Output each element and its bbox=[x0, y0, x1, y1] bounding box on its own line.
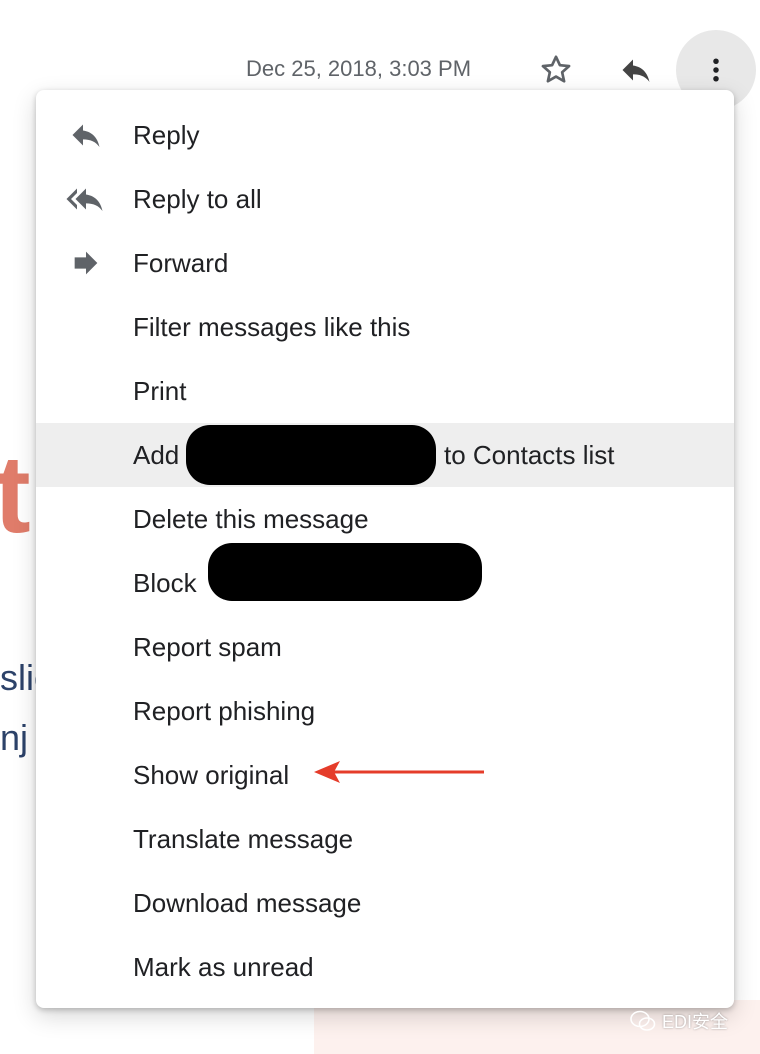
background-heading-fragment: t bbox=[0, 433, 31, 556]
menu-item-block-sender[interactable]: Block bbox=[36, 543, 734, 615]
more-vert-icon bbox=[713, 58, 719, 82]
redacted-contact-name bbox=[186, 425, 436, 485]
menu-item-add-to-contacts[interactable]: Add to Contacts list bbox=[36, 423, 734, 487]
menu-item-label: Block bbox=[133, 568, 197, 598]
menu-item-label: Forward bbox=[133, 248, 229, 278]
menu-item-forward[interactable]: Forward bbox=[36, 231, 734, 295]
menu-item-delete-message[interactable]: Delete this message bbox=[36, 487, 734, 551]
menu-item-report-spam[interactable]: Report spam bbox=[36, 615, 734, 679]
menu-item-label: Reply to all bbox=[133, 184, 262, 214]
star-icon bbox=[541, 55, 571, 83]
menu-item-label: Filter messages like this bbox=[133, 312, 411, 342]
menu-item-mark-unread[interactable]: Mark as unread bbox=[36, 935, 734, 999]
background-text-fragment-2: nj bbox=[0, 717, 29, 758]
menu-item-label: Add bbox=[133, 440, 180, 470]
reply-icon bbox=[622, 59, 650, 82]
menu-item-print[interactable]: Print bbox=[36, 359, 734, 423]
menu-item-reply[interactable]: Reply bbox=[36, 103, 734, 167]
watermark: EDI安全 bbox=[630, 1008, 728, 1034]
menu-item-report-phishing[interactable]: Report phishing bbox=[36, 679, 734, 743]
menu-item-label: Mark as unread bbox=[133, 952, 314, 982]
message-options-menu: Reply Reply to all Forward Filter messag… bbox=[36, 90, 734, 1008]
reply-button[interactable] bbox=[614, 48, 658, 92]
menu-item-filter-messages[interactable]: Filter messages like this bbox=[36, 295, 734, 359]
wechat-icon bbox=[630, 1010, 656, 1031]
menu-item-label: Translate message bbox=[133, 824, 354, 854]
menu-item-label: Report phishing bbox=[133, 696, 316, 726]
redacted-sender-name bbox=[208, 543, 482, 601]
forward-icon bbox=[66, 245, 106, 281]
reply-all-icon bbox=[66, 181, 106, 217]
message-date: Dec 25, 2018, 3:03 PM bbox=[246, 56, 472, 81]
menu-item-label-suffix: to Contacts list bbox=[444, 440, 615, 470]
watermark-text: EDI安全 bbox=[662, 1012, 729, 1032]
reply-icon bbox=[66, 117, 106, 153]
star-button[interactable] bbox=[534, 48, 578, 92]
menu-item-label: Print bbox=[133, 376, 187, 406]
menu-item-label: Show original bbox=[133, 760, 290, 790]
menu-item-label: Download message bbox=[133, 888, 362, 918]
menu-item-reply-all[interactable]: Reply to all bbox=[36, 167, 734, 231]
menu-item-download-message[interactable]: Download message bbox=[36, 871, 734, 935]
menu-item-label: Reply bbox=[133, 120, 200, 150]
menu-item-label: Report spam bbox=[133, 632, 282, 662]
menu-item-translate-message[interactable]: Translate message bbox=[36, 807, 734, 871]
menu-item-label: Delete this message bbox=[133, 504, 369, 534]
annotation-arrow-icon bbox=[314, 761, 484, 783]
